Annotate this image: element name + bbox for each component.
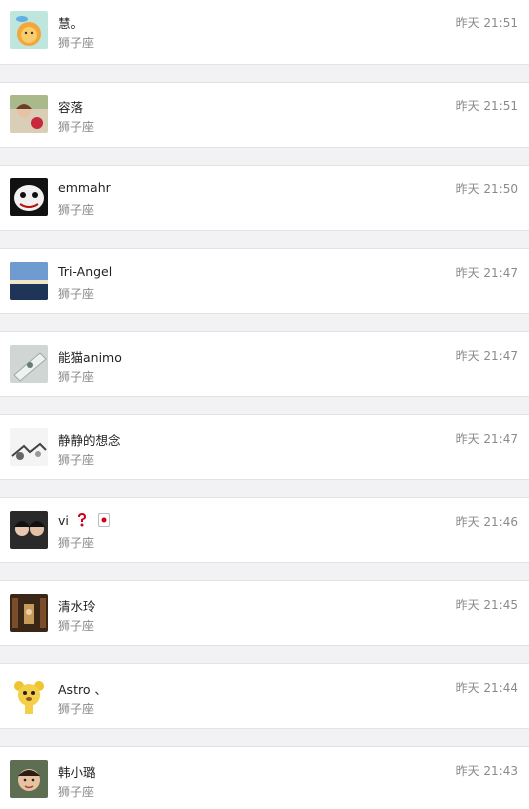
conversation-row[interactable]: 容落 狮子座 昨天 21:51 [0,82,529,148]
contact-name: 容落 [58,100,84,115]
contact-name: Tri-Angel [58,264,113,279]
contact-name: 慧。 [58,16,84,31]
question-mark-emoji [76,513,88,530]
contact-subtitle: 狮子座 [58,702,95,716]
message-time: 昨天 21:51 [455,16,518,30]
contact-subtitle: 狮子座 [58,619,95,633]
card-emoji [97,513,110,530]
conversation-row[interactable]: Astro 、 狮子座 昨天 21:44 [0,663,529,729]
conversation-row[interactable]: vi 狮子座 昨天 21:46 [0,497,529,563]
message-time: 昨天 21:47 [455,432,518,446]
lion-cartoon-avatar-icon [10,11,48,49]
message-time: 昨天 21:50 [455,182,518,196]
contact-subtitle: 狮子座 [58,370,95,384]
contact-name: 韩小璐 [58,765,96,780]
bear-cartoon-avatar-icon [10,677,48,715]
conversation-row[interactable]: 慧。 狮子座 昨天 21:51 [0,0,529,65]
contact-subtitle: 狮子座 [58,203,95,217]
contact-name: 清水玲 [58,599,96,614]
mask-face-avatar-icon [10,178,48,216]
conversation-row[interactable]: 静静的想念 狮子座 昨天 21:47 [0,414,529,480]
contact-name: 静静的想念 [58,433,121,448]
contact-subtitle: 狮子座 [58,120,95,134]
message-time: 昨天 21:44 [455,681,518,695]
conversation-row[interactable]: emmahr 狮子座 昨天 21:50 [0,165,529,231]
message-time: 昨天 21:45 [455,598,518,612]
sunset-lake-avatar-icon [10,262,48,300]
message-time: 昨天 21:47 [455,349,518,363]
contact-subtitle: 狮子座 [58,453,95,467]
message-time: 昨天 21:43 [455,764,518,778]
conversation-row[interactable]: Tri-Angel 狮子座 昨天 21:47 [0,248,529,314]
library-avatar-icon [10,594,48,632]
contact-name: emmahr [58,180,111,195]
conversation-row[interactable]: 韩小璐 狮子座 昨天 21:43 [0,746,529,809]
tilted-photo-avatar-icon [10,345,48,383]
contact-subtitle: 狮子座 [58,287,95,301]
sketch-avatar-icon [10,428,48,466]
two-girls-avatar-icon [10,511,48,549]
contact-name: Astro 、 [58,682,107,697]
girl-with-apple-avatar-icon [10,95,48,133]
contact-subtitle: 狮子座 [58,785,95,799]
conversation-row[interactable]: 能猫animo 狮子座 昨天 21:47 [0,331,529,397]
message-time: 昨天 21:51 [455,99,518,113]
child-face-avatar-icon [10,760,48,798]
contact-name: vi [58,513,110,530]
contact-subtitle: 狮子座 [58,536,95,550]
contact-name-text: vi [58,513,69,528]
conversation-row[interactable]: 清水玲 狮子座 昨天 21:45 [0,580,529,646]
message-time: 昨天 21:47 [455,266,518,280]
message-time: 昨天 21:46 [455,515,518,529]
contact-subtitle: 狮子座 [58,36,95,50]
contact-name: 能猫animo [58,350,122,365]
